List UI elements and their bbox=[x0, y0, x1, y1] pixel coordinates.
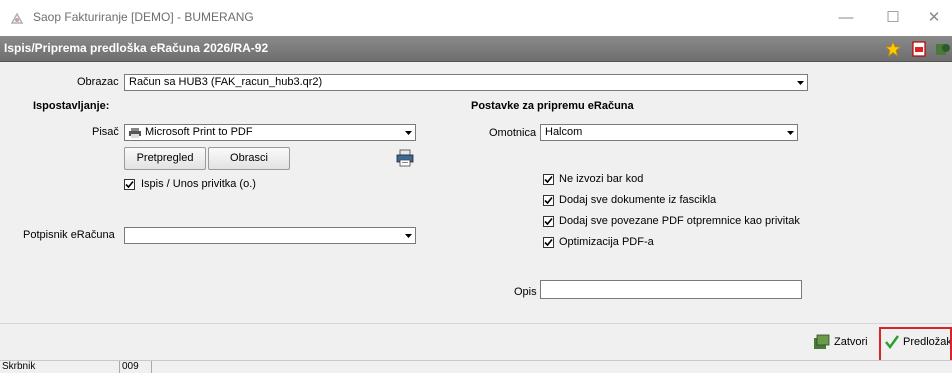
chevron-down-icon[interactable] bbox=[404, 128, 413, 137]
preview-button[interactable]: Pretpregled bbox=[124, 147, 206, 170]
printer-select[interactable]: Microsoft Print to PDF bbox=[124, 124, 416, 141]
omotnica-label: Omotnica bbox=[489, 127, 537, 139]
templates-button[interactable]: Obrasci bbox=[208, 147, 290, 170]
status-code: 009 bbox=[120, 361, 152, 373]
option-no-barcode-checkbox[interactable] bbox=[543, 174, 554, 185]
option-add-documents-checkbox[interactable] bbox=[543, 195, 554, 206]
minimize-button[interactable]: — bbox=[826, 6, 866, 30]
option-no-barcode-label: Ne izvozi bar kod bbox=[559, 173, 644, 185]
signatory-select[interactable] bbox=[124, 227, 416, 244]
option-optimize-pdf-checkbox[interactable] bbox=[543, 237, 554, 248]
printer-value: Microsoft Print to PDF bbox=[145, 126, 253, 138]
option-optimize-pdf-label: Optimizacija PDF-a bbox=[559, 236, 654, 248]
ispostavljanje-heading: Ispostavljanje: bbox=[33, 100, 110, 112]
highlight-box bbox=[879, 327, 952, 362]
obrazac-value: Račun sa HUB3 (FAK_racun_hub3.qr2) bbox=[129, 76, 323, 88]
checkmark-icon bbox=[544, 196, 553, 205]
form-title: Ispis/Priprema predloška eRačuna 2026/RA… bbox=[4, 41, 269, 55]
opis-input[interactable] bbox=[540, 280, 802, 299]
close-form-icon bbox=[814, 334, 830, 349]
option-add-pdf-label: Dodaj sve povezane PDF otpremnice kao pr… bbox=[559, 215, 800, 227]
checkmark-icon bbox=[544, 217, 553, 226]
chevron-down-icon[interactable] bbox=[796, 78, 805, 87]
status-user: Skrbnik bbox=[0, 361, 120, 373]
attachment-checkbox[interactable] bbox=[124, 179, 135, 190]
envelope-value: Halcom bbox=[545, 126, 583, 138]
form-title-bar: Ispis/Priprema predloška eRačuna 2026/RA… bbox=[0, 36, 952, 62]
status-bar: Skrbnik 009 bbox=[0, 360, 952, 373]
close-button-label: Zatvori bbox=[834, 336, 868, 348]
close-window-button[interactable]: ✕ bbox=[914, 6, 952, 30]
chevron-down-icon[interactable] bbox=[404, 231, 413, 240]
obrazac-label: Obrazac bbox=[77, 76, 119, 88]
pdf-icon[interactable] bbox=[911, 41, 927, 57]
pisac-label: Pisač bbox=[92, 126, 119, 138]
star-icon[interactable] bbox=[885, 41, 901, 57]
obrazac-select[interactable]: Račun sa HUB3 (FAK_racun_hub3.qr2) bbox=[124, 74, 808, 91]
envelope-select[interactable]: Halcom bbox=[540, 124, 798, 141]
window-titlebar: Saop Fakturiranje [DEMO] - BUMERANG — ☐ … bbox=[0, 0, 952, 36]
window-title: Saop Fakturiranje [DEMO] - BUMERANG bbox=[33, 10, 254, 24]
checkmark-icon bbox=[125, 180, 134, 189]
close-button[interactable]: Zatvori bbox=[813, 331, 875, 353]
exit-icon[interactable] bbox=[935, 41, 951, 57]
checkmark-icon bbox=[544, 175, 553, 184]
potpisnik-label: Potpisnik eRačuna bbox=[23, 229, 115, 241]
action-bar bbox=[0, 323, 952, 361]
option-add-documents-label: Dodaj sve dokumente iz fascikla bbox=[559, 194, 717, 206]
checkmark-icon bbox=[544, 238, 553, 247]
chevron-down-icon[interactable] bbox=[786, 128, 795, 137]
option-add-pdf-checkbox[interactable] bbox=[543, 216, 554, 227]
maximize-button[interactable]: ☐ bbox=[873, 6, 913, 30]
opis-label: Opis bbox=[514, 286, 537, 298]
postavke-heading: Postavke za pripremu eRačuna bbox=[471, 100, 634, 112]
printer-icon bbox=[129, 128, 141, 138]
app-logo-icon bbox=[10, 12, 24, 24]
printer-settings-icon[interactable] bbox=[396, 149, 414, 167]
attachment-label: Ispis / Unos privitka (o.) bbox=[141, 178, 256, 190]
